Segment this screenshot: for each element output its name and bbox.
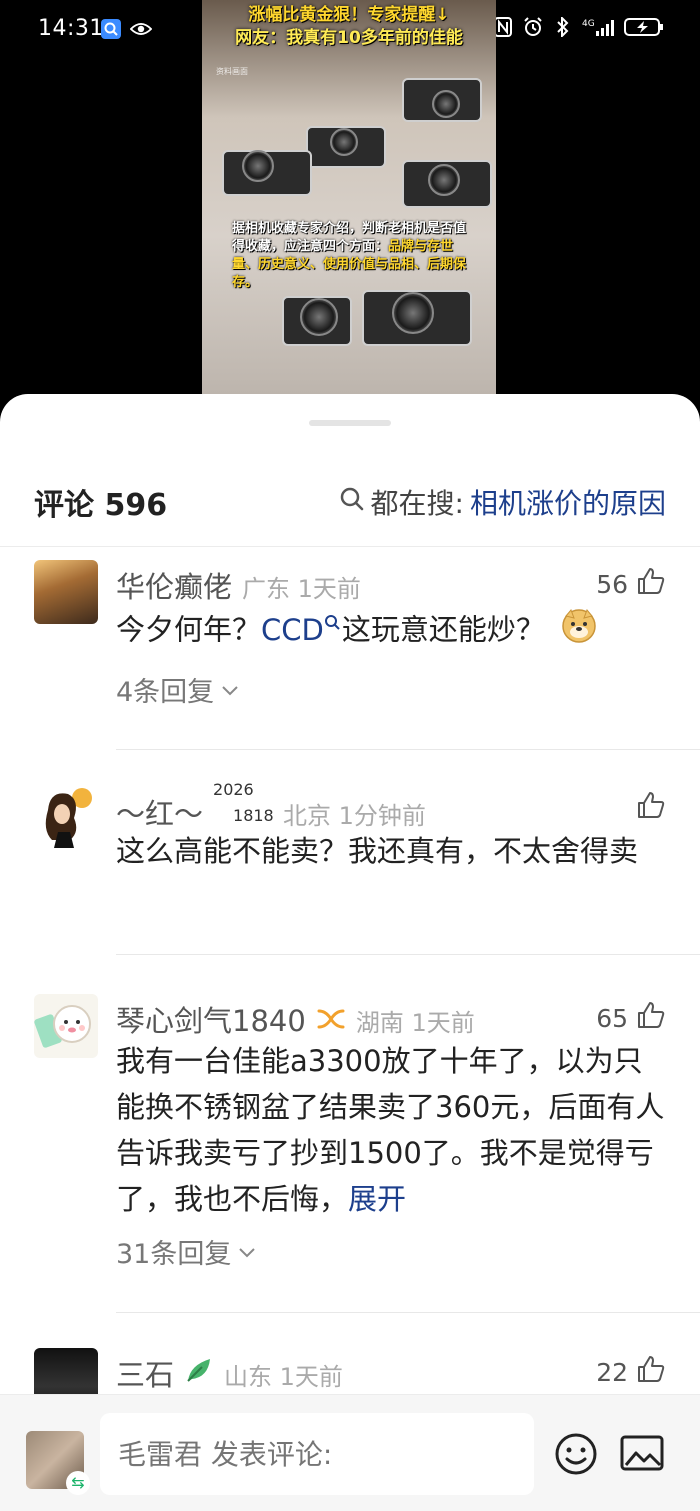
comment-text-part: 这玩意还能炒？ (341, 612, 545, 647)
expand-link[interactable]: 展开 (348, 1182, 406, 1216)
thumbs-up-icon (636, 1354, 666, 1390)
header-divider (0, 546, 700, 547)
comment-text: 我有一台佳能a3300放了十年了，以为只能换不锈钢盆了结果卖了360元，后面有人… (116, 1038, 668, 1222)
avatar[interactable] (34, 784, 98, 848)
comment-text: 这么高能不能卖？我还真有，不太舍得卖 (116, 834, 639, 868)
comment-location-time: 北京 1分钟前 (283, 802, 426, 830)
like-button[interactable] (628, 790, 666, 826)
camera-lens (392, 292, 434, 334)
doge-emoji-icon (560, 606, 598, 657)
replies-count: 31条回复 (116, 1239, 232, 1270)
chevron-down-icon (237, 1236, 257, 1267)
badge-sup: 2026 (213, 780, 254, 799)
video-player[interactable]: 涨幅比黄金狠！专家提醒↓ 网友：我真有10多年前的佳能 资料画面 据相机收藏专家… (0, 0, 700, 400)
like-button[interactable]: 65 (596, 1000, 666, 1036)
video-headline-line2: 网友：我真有10多年前的佳能 (235, 28, 463, 48)
camera-lens (300, 298, 338, 336)
leaf-icon (184, 1355, 214, 1389)
comment-meta: 三石 山东 1天前 (116, 1352, 343, 1394)
video-headline: 涨幅比黄金狠！专家提醒↓ 网友：我真有10多年前的佳能 (210, 4, 488, 50)
trending-search[interactable]: 都在搜: 相机涨价的原因 (339, 482, 666, 522)
camera-lens (242, 150, 274, 182)
camera-lens (432, 90, 460, 118)
vip-badge-icon (316, 1007, 346, 1035)
smiley-icon (555, 1433, 597, 1475)
comment-text-part: 今夕何年？ (116, 612, 262, 647)
video-caption: 据相机收藏专家介绍，判断老相机是否值得收藏，应注意四个方面：品牌与存世量、历史意… (232, 220, 476, 292)
avatar[interactable] (34, 994, 98, 1058)
ccd-search-link[interactable]: CCD (261, 613, 342, 647)
replies-toggle[interactable]: 4条回复 (116, 670, 240, 709)
comment-author[interactable]: 琴心剑气1840 (116, 998, 306, 1040)
drag-handle[interactable] (309, 420, 391, 426)
like-count: 56 (596, 569, 628, 599)
image-button[interactable] (620, 1433, 664, 1473)
search-prefix: 都在搜: (370, 487, 464, 520)
like-count: 22 (596, 1357, 628, 1387)
like-button[interactable]: 56 (596, 566, 666, 602)
search-keyword-link[interactable]: 相机涨价的原因 (470, 482, 666, 522)
comment-location-time: 湖南 1天前 (355, 1009, 475, 1037)
camera-lens (330, 128, 358, 156)
search-icon (324, 615, 340, 630)
comment-input[interactable] (100, 1413, 534, 1495)
badge-sub: 1818 (233, 806, 274, 825)
my-avatar[interactable]: ⇆ (26, 1431, 90, 1495)
comment-count: 评论 596 (34, 488, 168, 523)
emoji-button[interactable] (553, 1431, 599, 1477)
comment-input-bar: ⇆ (0, 1394, 700, 1511)
avatar[interactable] (34, 560, 98, 624)
comment-location-time: 广东 1天前 (242, 575, 361, 603)
comment-meta: ～红～ 2026 1818 北京 1分钟前 (116, 780, 426, 833)
comment-text: 今夕何年？CCD 这玩意还能炒？ (116, 606, 668, 657)
comment-sheet: 评论 596 都在搜: 相机涨价的原因 华伦癫佬 广东 1天前 56 今夕何年？… (0, 394, 700, 1511)
comment-divider (116, 954, 700, 955)
comment-meta: 华伦癫佬 广东 1天前 (116, 564, 361, 606)
replies-toggle[interactable]: 31条回复 (116, 1232, 257, 1271)
comment-author[interactable]: 华伦癫佬 (116, 564, 232, 606)
switch-account-icon[interactable]: ⇆ (66, 1471, 90, 1495)
comment-author[interactable]: ～红～ (116, 791, 203, 833)
thumbs-up-icon (636, 1000, 666, 1036)
like-button[interactable]: 22 (596, 1354, 666, 1390)
camera-lens (428, 164, 460, 196)
comment-header: 评论 596 都在搜: 相机涨价的原因 (0, 474, 700, 528)
user-badge: 2026 1818 (213, 780, 274, 825)
video-source-label: 资料画面 (216, 67, 248, 76)
search-icon (339, 486, 365, 519)
comment-divider (116, 749, 700, 750)
replies-count: 4条回复 (116, 677, 215, 708)
comment-divider (116, 1312, 700, 1313)
chevron-down-icon (220, 674, 240, 705)
comment-meta: 琴心剑气1840 湖南 1天前 (116, 998, 475, 1040)
image-icon (620, 1435, 664, 1471)
thumbs-up-icon (636, 790, 666, 826)
like-count: 65 (596, 1003, 628, 1033)
ccd-link-text: CCD (261, 612, 324, 647)
comment-location-time: 山东 1天前 (224, 1363, 343, 1391)
video-headline-line1: 涨幅比黄金狠！专家提醒↓ (248, 5, 450, 25)
thumbs-up-icon (636, 566, 666, 602)
video-frame[interactable]: 涨幅比黄金狠！专家提醒↓ 网友：我真有10多年前的佳能 资料画面 据相机收藏专家… (202, 0, 496, 394)
comment-author[interactable]: 三石 (116, 1352, 174, 1394)
